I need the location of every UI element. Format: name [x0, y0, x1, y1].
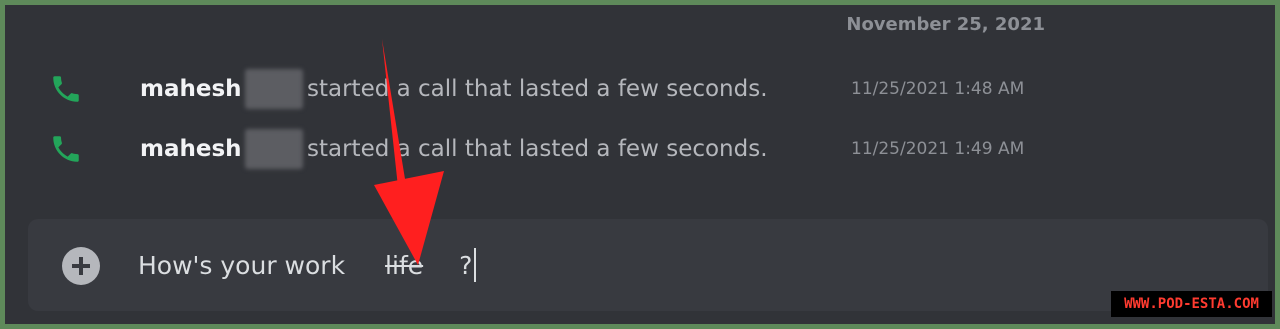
message-composer[interactable]: How's your work life ? [28, 219, 1268, 311]
author-name[interactable]: mahesh [140, 76, 242, 102]
annotation-arrow-icon [374, 39, 444, 265]
input-text-after: ? [459, 250, 473, 280]
phone-icon [53, 76, 79, 102]
message-timestamp: 11/25/2021 1:48 AM [851, 79, 1025, 99]
add-attachment-button[interactable] [62, 247, 100, 285]
blurred-surname [245, 69, 303, 109]
input-text-before: How's your work [138, 250, 346, 280]
chat-window: November 25, 2021 mahesh started a call … [5, 5, 1275, 324]
message-timestamp: 11/25/2021 1:49 AM [851, 139, 1025, 159]
author-name[interactable]: mahesh [140, 136, 242, 162]
phone-icon [53, 136, 79, 162]
blurred-surname [245, 129, 303, 169]
text-caret [474, 248, 477, 282]
watermark: WWW.POD-ESTA.COM [1111, 291, 1272, 317]
date-divider: November 25, 2021 [846, 14, 1045, 35]
